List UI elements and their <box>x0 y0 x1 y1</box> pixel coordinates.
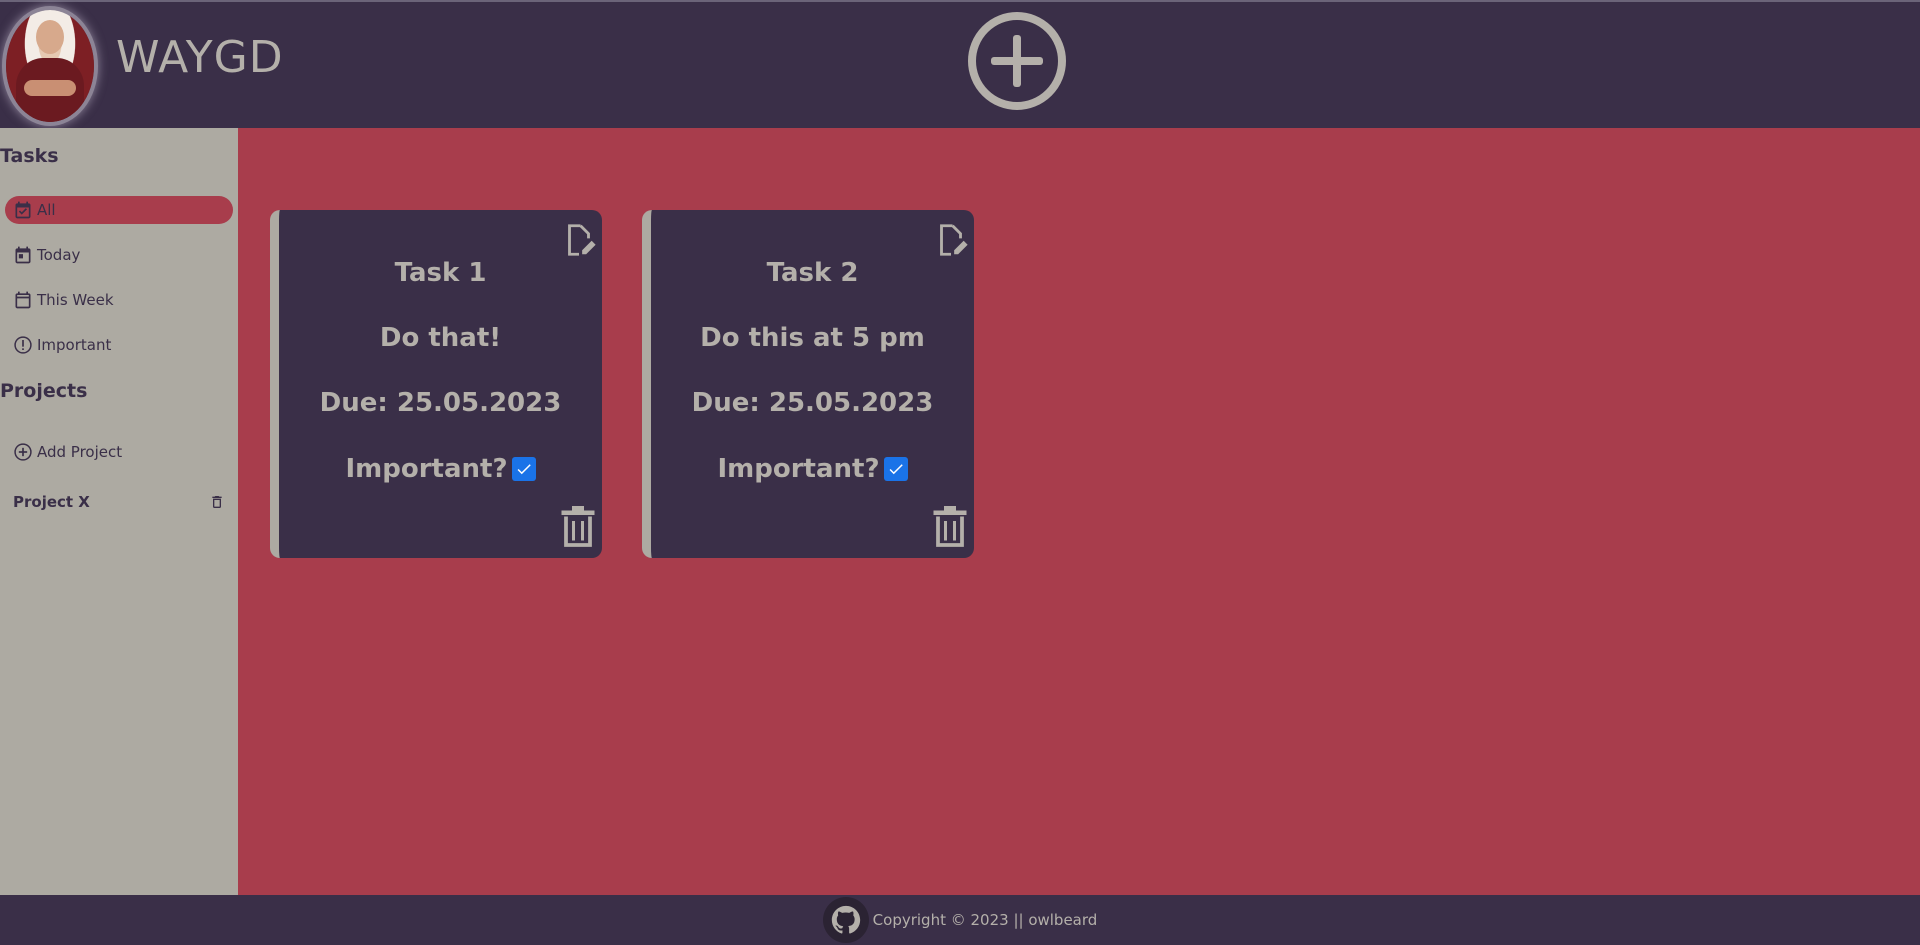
project-name: Project X <box>13 493 90 511</box>
add-project-button[interactable]: Add Project <box>5 438 233 466</box>
sidebar-item-label: All <box>37 201 56 219</box>
task-card: Task 2 Do this at 5 pm Due: 25.05.2023 I… <box>642 210 974 558</box>
task-due-date: Due: 25.05.2023 <box>319 388 562 418</box>
important-icon <box>14 336 32 354</box>
sidebar-item-all[interactable]: All <box>5 196 233 224</box>
calendar-today-icon <box>15 246 31 264</box>
check-icon <box>889 464 903 475</box>
task-important-row: Important? <box>279 454 602 484</box>
sidebar-item-today[interactable]: Today <box>5 241 233 269</box>
sidebar-item-label: This Week <box>37 291 114 309</box>
sidebar-item-label: Today <box>37 246 81 264</box>
sidebar-item-important[interactable]: Important <box>5 331 233 359</box>
project-item-project-x[interactable]: Project X <box>13 490 225 514</box>
main-content: Task 1 Do that! Due: 25.05.2023 Importan… <box>238 128 1920 895</box>
app-title: WAYGD <box>116 32 284 83</box>
important-label: Important? <box>345 454 508 484</box>
tasks-heading: Tasks <box>0 145 59 167</box>
add-project-label: Add Project <box>37 443 123 461</box>
footer: Copyright © 2023 || owlbeard <box>0 895 1920 945</box>
sidebar: Tasks All Today This Week Important Proj… <box>0 128 238 895</box>
task-due-date: Due: 25.05.2023 <box>691 388 934 418</box>
github-icon[interactable] <box>822 897 869 943</box>
projects-heading: Projects <box>0 380 88 402</box>
task-description: Do this at 5 pm <box>700 323 925 353</box>
trash-icon[interactable] <box>209 494 225 510</box>
copyright-text: Copyright © 2023 || owlbeard <box>872 911 1098 929</box>
header: WAYGD <box>0 0 1920 128</box>
important-checkbox[interactable] <box>511 457 536 481</box>
edit-document-icon[interactable] <box>560 220 598 260</box>
avatar <box>6 10 94 122</box>
calendar-check-icon <box>15 201 31 219</box>
add-task-button[interactable] <box>968 12 1066 110</box>
important-checkbox[interactable] <box>883 457 908 481</box>
delete-task-icon[interactable] <box>560 506 596 548</box>
task-title: Task 1 <box>394 258 487 288</box>
task-card: Task 1 Do that! Due: 25.05.2023 Importan… <box>270 210 602 558</box>
delete-task-icon[interactable] <box>932 506 968 548</box>
task-description: Do that! <box>379 323 502 353</box>
task-title: Task 2 <box>766 258 859 288</box>
calendar-week-icon <box>15 291 31 309</box>
important-label: Important? <box>717 454 880 484</box>
add-circle-icon <box>14 443 32 461</box>
check-icon <box>517 464 531 475</box>
edit-document-icon[interactable] <box>932 220 970 260</box>
sidebar-item-this-week[interactable]: This Week <box>5 286 233 314</box>
sidebar-item-label: Important <box>37 336 112 354</box>
task-important-row: Important? <box>651 454 974 484</box>
